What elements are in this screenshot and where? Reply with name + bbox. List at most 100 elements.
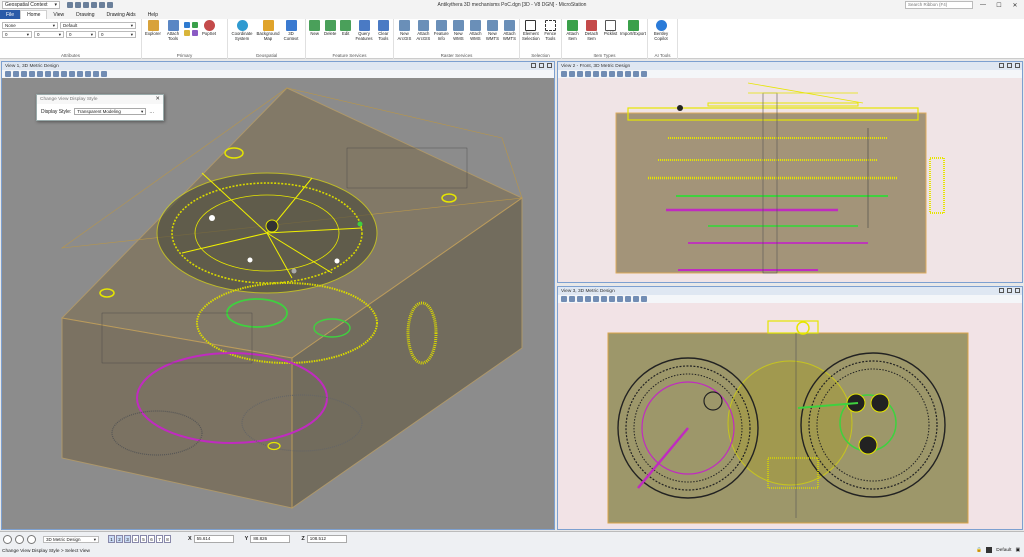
fs-edit-button[interactable]: Edit bbox=[339, 20, 352, 37]
import-export-button[interactable]: Import/Export bbox=[620, 20, 646, 37]
view-next-icon[interactable] bbox=[77, 71, 83, 77]
feature-info-button[interactable]: Feature Info bbox=[434, 20, 449, 41]
bentley-copilot-button[interactable]: Bentley Copilot bbox=[650, 20, 672, 41]
rotate-view-icon[interactable] bbox=[53, 71, 59, 77]
raster-manager-icon[interactable] bbox=[192, 30, 198, 36]
view-next-icon[interactable] bbox=[633, 296, 639, 302]
update-view-icon[interactable] bbox=[569, 71, 575, 77]
minimize-icon[interactable]: — bbox=[977, 0, 989, 10]
zoom-out-icon[interactable] bbox=[585, 296, 591, 302]
fs-query-button[interactable]: Query Features bbox=[354, 20, 373, 41]
tab-help[interactable]: Help bbox=[142, 10, 164, 19]
pan-view-icon[interactable] bbox=[617, 296, 623, 302]
rotate-view-icon[interactable] bbox=[609, 71, 615, 77]
view-3-minimize-icon[interactable] bbox=[999, 288, 1004, 293]
view-1-minimize-icon[interactable] bbox=[531, 63, 536, 68]
view-3[interactable]: View 3, 3D Metric Design bbox=[557, 286, 1023, 530]
clip-volume-icon[interactable] bbox=[93, 71, 99, 77]
zoom-in-icon[interactable] bbox=[577, 296, 583, 302]
view-1[interactable]: View 1, 3D Metric Design bbox=[1, 61, 555, 530]
view-next-icon[interactable] bbox=[633, 71, 639, 77]
close-icon[interactable]: ✕ bbox=[1009, 0, 1021, 10]
open-file-icon[interactable] bbox=[75, 2, 81, 8]
popset-button[interactable]: PopSet bbox=[200, 20, 218, 37]
zoom-in-icon[interactable] bbox=[577, 71, 583, 77]
fit-view-icon[interactable] bbox=[601, 71, 607, 77]
view-toggle-7[interactable]: 7 bbox=[156, 535, 163, 543]
undo-icon[interactable] bbox=[91, 2, 97, 8]
view-2-maximize-icon[interactable] bbox=[1007, 63, 1012, 68]
update-view-icon[interactable] bbox=[13, 71, 19, 77]
level-select[interactable]: None ▾ bbox=[2, 22, 58, 29]
search-ribbon-input[interactable]: Search Ribbon (F4) bbox=[905, 1, 973, 9]
workspace-select[interactable]: Geospatial Context ▾ bbox=[2, 1, 60, 9]
level-display-icon[interactable] bbox=[184, 22, 190, 28]
maximize-icon[interactable]: ☐ bbox=[993, 0, 1005, 10]
view-previous-icon[interactable] bbox=[625, 71, 631, 77]
view-toggle-3[interactable]: 3 bbox=[124, 535, 131, 543]
view-previous-icon[interactable] bbox=[625, 296, 631, 302]
fs-clear-button[interactable]: Clear Tools bbox=[376, 20, 391, 41]
camera-icon[interactable] bbox=[101, 71, 107, 77]
models-icon[interactable] bbox=[192, 22, 198, 28]
zoom-out-icon[interactable] bbox=[29, 71, 35, 77]
tab-view[interactable]: View bbox=[47, 10, 70, 19]
view-2-canvas[interactable] bbox=[558, 78, 1022, 282]
window-area-icon[interactable] bbox=[37, 71, 43, 77]
coord-z-value[interactable]: 108.512 bbox=[306, 535, 347, 543]
active-level[interactable]: Default bbox=[996, 548, 1011, 553]
attach-wmts-button[interactable]: Attach WMTS bbox=[502, 20, 517, 41]
explorer-button[interactable]: Explorer bbox=[144, 20, 162, 37]
level-swatch-icon[interactable] bbox=[986, 547, 993, 553]
background-map-button[interactable]: Background Map bbox=[256, 20, 280, 41]
message-center-icon[interactable]: ▣ bbox=[1015, 548, 1020, 553]
view-2[interactable]: View 2 - Front, 3D Metric Design bbox=[557, 61, 1023, 283]
more-options-icon[interactable]: … bbox=[149, 109, 154, 115]
model-select[interactable]: 3D Metric Design ▾ bbox=[43, 535, 99, 543]
window-area-icon[interactable] bbox=[593, 71, 599, 77]
view-attributes-icon[interactable] bbox=[5, 71, 11, 77]
view-toggle-4[interactable]: 4 bbox=[132, 535, 139, 543]
tab-drawing[interactable]: Drawing bbox=[70, 10, 100, 19]
fit-view-icon[interactable] bbox=[601, 296, 607, 302]
element-template-select[interactable]: Default ▾ bbox=[60, 22, 136, 29]
view-2-minimize-icon[interactable] bbox=[999, 63, 1004, 68]
update-view-icon[interactable] bbox=[569, 296, 575, 302]
view-previous-icon[interactable] bbox=[69, 71, 75, 77]
navigation-icon[interactable] bbox=[27, 534, 36, 544]
view-attributes-icon[interactable] bbox=[561, 71, 567, 77]
view-control-icon[interactable] bbox=[3, 534, 12, 544]
window-area-icon[interactable] bbox=[593, 296, 599, 302]
display-style-select[interactable]: Transparent Modeling ▾ bbox=[74, 108, 147, 115]
zoom-out-icon[interactable] bbox=[585, 71, 591, 77]
weight-select[interactable]: 0 ▾ bbox=[66, 31, 96, 38]
dialog-close-icon[interactable]: ✕ bbox=[155, 96, 160, 102]
pan-view-icon[interactable] bbox=[61, 71, 67, 77]
view-toggle-2[interactable]: 2 bbox=[116, 535, 123, 543]
coord-x-value[interactable]: 55.614 bbox=[193, 535, 234, 543]
detach-item-button[interactable]: Detach Item bbox=[583, 20, 600, 41]
fence-tools-button[interactable]: Fence Tools bbox=[542, 20, 559, 41]
fs-delete-button[interactable]: Delete bbox=[323, 20, 336, 37]
print-icon[interactable] bbox=[107, 2, 113, 8]
tab-file[interactable]: File bbox=[0, 10, 21, 19]
view-toggle-1[interactable]: 1 bbox=[108, 535, 115, 543]
line-style-select[interactable]: 0 ▾ bbox=[34, 31, 64, 38]
new-file-icon[interactable] bbox=[67, 2, 73, 8]
coord-y-value[interactable]: 88.826 bbox=[250, 535, 291, 543]
view-toggle-6[interactable]: 6 bbox=[148, 535, 155, 543]
view-3-maximize-icon[interactable] bbox=[1007, 288, 1012, 293]
lock-icon[interactable]: 🔒 bbox=[976, 548, 982, 553]
color-select[interactable]: 0 ▾ bbox=[2, 31, 32, 38]
3d-context-button[interactable]: 3D Context bbox=[282, 20, 300, 41]
redo-icon[interactable] bbox=[99, 2, 105, 8]
view-1-canvas[interactable] bbox=[2, 78, 554, 529]
view-1-close-icon[interactable] bbox=[547, 63, 552, 68]
view-3-canvas[interactable] bbox=[558, 303, 1022, 529]
picklist-button[interactable]: Picklist bbox=[602, 20, 619, 37]
zoom-in-icon[interactable] bbox=[21, 71, 27, 77]
view-1-maximize-icon[interactable] bbox=[539, 63, 544, 68]
view-2-close-icon[interactable] bbox=[1015, 63, 1020, 68]
save-icon[interactable] bbox=[83, 2, 89, 8]
element-selection-button[interactable]: Element Selection bbox=[522, 20, 540, 41]
